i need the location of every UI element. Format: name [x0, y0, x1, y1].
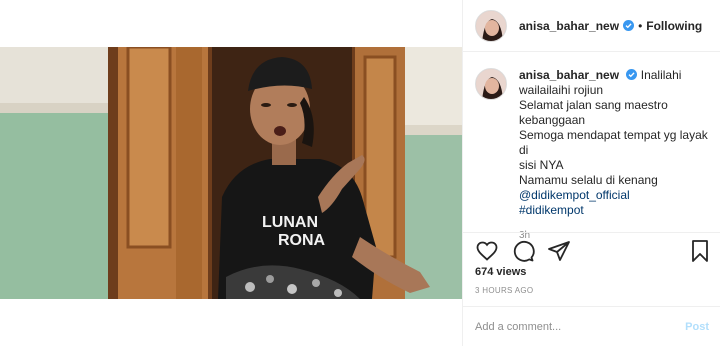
avatar-image: [476, 10, 506, 41]
post-comment-button[interactable]: Post: [685, 321, 709, 333]
action-bar: [463, 232, 720, 268]
caption-line-2: Selamat jalan sang maestro: [519, 98, 668, 112]
post-header: anisa_bahar_new • Following: [463, 0, 720, 52]
post-timestamp: 3 HOURS AGO: [475, 286, 534, 295]
caption-line-0: Inalilahi: [640, 68, 682, 82]
post-video[interactable]: LUNAN RONA: [0, 47, 462, 299]
comment-icon[interactable]: [511, 239, 535, 263]
hashtag-link[interactable]: #didikempot: [519, 203, 715, 218]
following-button[interactable]: Following: [646, 19, 702, 33]
caption-username[interactable]: anisa_bahar_new: [519, 68, 619, 82]
post-sidebar: anisa_bahar_new • Following anisa_bahar_…: [462, 0, 720, 346]
caption-avatar[interactable]: [475, 68, 507, 100]
caption-line-1: wailailaihi rojiun: [519, 83, 604, 97]
heart-icon[interactable]: [475, 239, 499, 263]
verified-badge-icon: [623, 20, 635, 31]
caption-line-5: sisi NYA: [519, 158, 564, 172]
caption-verified-badge-icon: [626, 69, 638, 80]
bookmark-icon[interactable]: [689, 239, 711, 263]
view-count[interactable]: 674 views: [475, 266, 526, 278]
share-icon[interactable]: [547, 239, 571, 263]
caption-line-3: kebanggaan: [519, 113, 586, 127]
header-separator: •: [638, 18, 643, 33]
caption-avatar-image: [476, 69, 506, 99]
comment-input[interactable]: [475, 320, 686, 333]
header-username[interactable]: anisa_bahar_new: [519, 19, 619, 33]
post-media: LUNAN RONA: [0, 0, 462, 346]
mention-link[interactable]: @didikempot_official: [519, 188, 715, 203]
caption: anisa_bahar_new Inalilahi wailailaihi ro…: [475, 68, 715, 243]
avatar[interactable]: [475, 9, 507, 42]
comment-bar: Post: [463, 306, 720, 346]
shirt-text-2: RONA: [278, 232, 326, 249]
caption-line-6: Namamu selalu di kenang: [519, 173, 658, 187]
shirt-text-1: LUNAN: [262, 214, 318, 231]
caption-body: anisa_bahar_new Inalilahi wailailaihi ro…: [519, 68, 715, 243]
video-frame: LUNAN RONA: [0, 47, 462, 299]
caption-line-4: Semoga mendapat tempat yg layak di: [519, 128, 708, 157]
